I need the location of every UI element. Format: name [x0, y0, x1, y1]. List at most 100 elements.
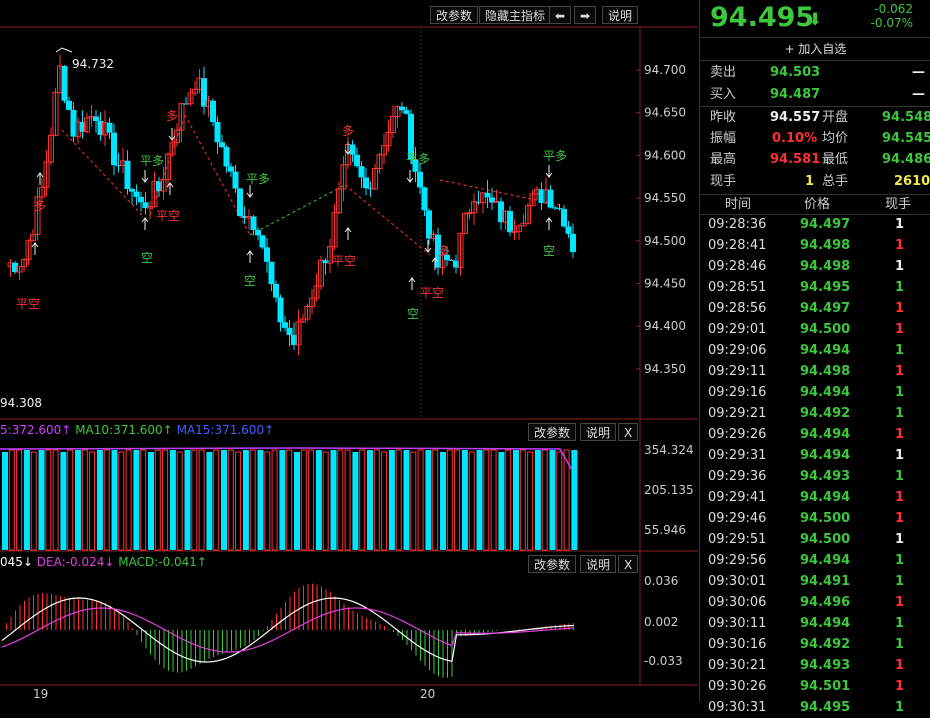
tick-row: 09:29:01 94.500 1 [700, 319, 930, 340]
macd-edit-params-button[interactable]: 改参数 [528, 555, 577, 573]
add-watchlist-button[interactable]: + 加入自选 [700, 37, 930, 61]
amplitude-label: 振幅 [710, 131, 737, 146]
candle-body [358, 166, 365, 178]
volume-bar [279, 450, 286, 550]
tick-volume: 1 [894, 448, 904, 463]
volume-bar [176, 451, 183, 551]
arrow-up-icon [31, 242, 39, 255]
trade-signal: 空 [407, 307, 419, 321]
macd-help-button[interactable]: 说明 [580, 555, 617, 573]
volume-bar [344, 449, 351, 551]
dea-legend: DEA:-0.024↓ [36, 555, 115, 569]
macd-axis-label: 0.036 [644, 574, 678, 588]
scroll-right-button[interactable]: ➡ [574, 6, 597, 24]
arrow-up-icon [246, 250, 254, 263]
candle-body [417, 171, 423, 188]
volume-bar [242, 450, 249, 550]
tick-row: 09:28:56 94.497 1 [700, 298, 930, 319]
help-button[interactable]: 说明 [602, 6, 639, 24]
volume-ma-line [0, 447, 573, 471]
candle-body [448, 259, 455, 261]
tick-price: 94.497 [800, 217, 851, 232]
candle-body [421, 187, 428, 211]
volume-bar [169, 450, 176, 550]
volume-bar [483, 449, 490, 551]
dif-legend: 045↓ [0, 555, 33, 569]
volume-bar [111, 450, 118, 550]
trade-signal: 平空 [156, 209, 180, 223]
trade-signal: 多 [342, 124, 354, 138]
volume-bar [257, 450, 264, 550]
quote-panel: 94.495 ⬇ -0.062 -0.07% + 加入自选 卖出 94.503 … [699, 0, 930, 715]
tick-row: 09:30:16 94.492 1 [700, 634, 930, 655]
tick-volume: 1 [894, 574, 904, 589]
tick-volume: 1 [894, 406, 904, 421]
tick-price: 94.498 [800, 364, 851, 379]
vol-edit-params-button[interactable]: 改参数 [528, 423, 577, 441]
tick-row: 09:29:36 94.493 1 [700, 466, 930, 487]
volume-bar [373, 449, 380, 551]
vol-help-button[interactable]: 说明 [580, 423, 617, 441]
volume-bar [322, 451, 329, 551]
volume-bar [381, 451, 388, 551]
arrow-down-icon [141, 170, 149, 183]
volume-bar [359, 449, 366, 551]
candle-body [250, 216, 257, 231]
col-header-volume: 现手 [885, 197, 912, 212]
macd-value-legend: MACD:-0.041↑ [118, 555, 207, 569]
tick-price: 94.494 [800, 490, 851, 505]
candle-body [556, 208, 563, 210]
volume-bar [8, 449, 15, 551]
tick-row: 09:28:51 94.495 1 [700, 277, 930, 298]
down-arrow-icon: ⬇ [808, 10, 823, 30]
volume-bar [505, 449, 512, 551]
volume-bar [432, 449, 439, 551]
last-price: 94.495 [710, 2, 815, 33]
volume-bar [213, 449, 220, 551]
vol-close-button[interactable]: X [618, 423, 639, 441]
candle-body [133, 191, 140, 197]
macd-close-button[interactable]: X [618, 555, 639, 573]
candle-body [129, 189, 135, 192]
tick-row: 09:30:11 94.494 1 [700, 613, 930, 634]
tick-volume: 1 [894, 427, 904, 442]
tick-price: 94.500 [800, 532, 851, 547]
trend-line [249, 184, 346, 236]
low-value: 94.486 [882, 152, 930, 167]
tick-time: 09:29:41 [708, 490, 767, 505]
tick-time: 09:28:36 [708, 217, 767, 232]
volume-bar [417, 449, 424, 551]
trend-line [344, 184, 431, 256]
tick-time: 09:29:21 [708, 406, 767, 421]
tick-volume: 1 [894, 301, 904, 316]
tick-time: 09:29:16 [708, 385, 767, 400]
date-axis-label: 19 [33, 687, 48, 701]
hide-main-indicator-button[interactable]: 隐藏主指标 [479, 6, 552, 24]
tick-volume: 1 [894, 595, 904, 610]
tick-time: 09:29:11 [708, 364, 767, 379]
tick-row: 09:30:01 94.491 1 [700, 571, 930, 592]
tick-volume: 1 [894, 658, 904, 673]
tick-row: 09:29:31 94.494 1 [700, 445, 930, 466]
chart-area[interactable]: 多平空 平多空多平空 平多空多平空 平多空平空多平多空 94.700 94.650 94.… [0, 0, 698, 702]
candle-body [565, 226, 572, 234]
price-change-pct: -0.07% [870, 16, 913, 30]
candle-body [277, 297, 284, 323]
tick-price: 94.492 [800, 637, 851, 652]
tick-time: 09:28:51 [708, 280, 767, 295]
tick-volume: 1 [894, 679, 904, 694]
edit-params-button[interactable]: 改参数 [430, 6, 479, 24]
tick-row: 09:28:46 94.498 1 [700, 256, 930, 277]
ma15-legend: MA15:371.600↑ [176, 423, 275, 437]
tick-time: 09:30:16 [708, 637, 767, 652]
kline-chart[interactable]: 多平空平多空多平空平多空多平空平多空平空多平多空 94.70094.65094.… [0, 0, 698, 702]
scroll-left-button[interactable]: ⬅ [549, 6, 572, 24]
ask-price: 94.503 [770, 65, 821, 80]
volume-bar [96, 450, 103, 550]
volume-bar [221, 450, 227, 550]
candle-body [66, 100, 72, 110]
candle-body [61, 65, 68, 101]
tick-volume: 1 [894, 490, 904, 505]
tick-row: 09:29:11 94.498 1 [700, 361, 930, 382]
tick-time: 09:30:26 [708, 679, 767, 694]
